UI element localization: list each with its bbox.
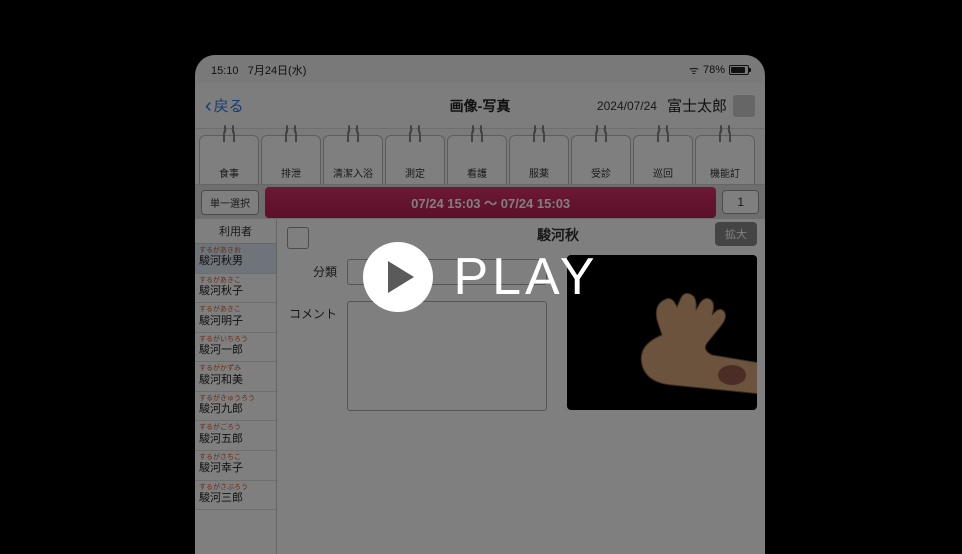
play-overlay[interactable]: PLAY [0,0,962,554]
play-text: PLAY [453,247,598,307]
play-button[interactable] [363,242,433,312]
play-icon [388,261,414,293]
